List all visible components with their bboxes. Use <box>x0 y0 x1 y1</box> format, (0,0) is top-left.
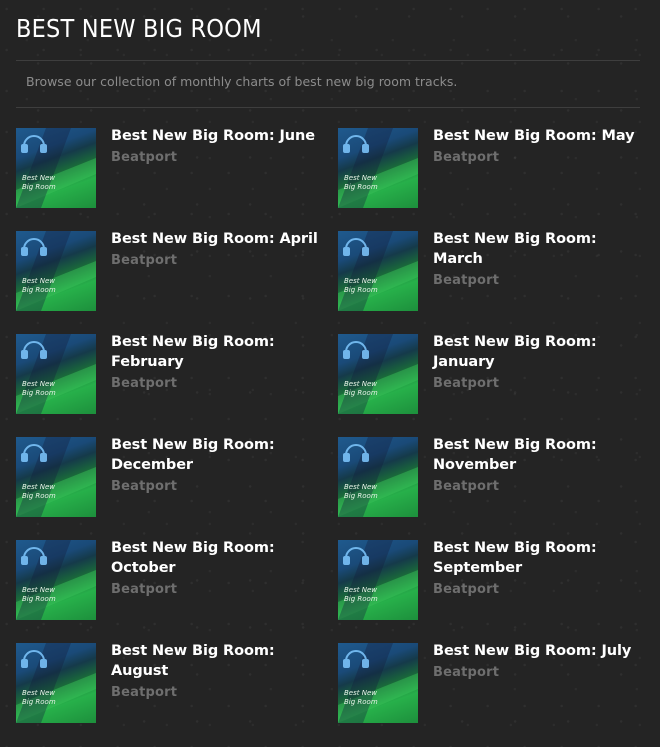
chart-item-april[interactable]: Best New Big Room Best New Big Room: Apr… <box>16 231 321 311</box>
chart-artwork[interactable]: Best New Big Room <box>338 231 418 311</box>
artwork-graphic <box>16 540 96 620</box>
chart-artwork[interactable]: Best New Big Room <box>338 437 418 517</box>
chart-label-link[interactable]: Beatport <box>111 685 326 701</box>
artwork-text-line1: Best New <box>344 174 377 182</box>
artwork-graphic <box>338 643 418 723</box>
chart-title-link[interactable]: Best New Big Room: January Beatport <box>433 332 648 392</box>
artwork-graphic <box>16 643 96 723</box>
chart-label-link[interactable]: Beatport <box>433 150 648 166</box>
chart-artwork[interactable]: Best New Big Room <box>338 643 418 723</box>
chart-title: Best New Big Room: May <box>433 128 635 144</box>
chart-title-link[interactable]: Best New Big Room: December Beatport <box>111 435 326 495</box>
chart-title: Best New Big Room: December <box>111 437 275 473</box>
chart-title: Best New Big Room: August <box>111 643 275 679</box>
chart-title-link[interactable]: Best New Big Room: April Beatport <box>111 229 326 269</box>
chart-item-january[interactable]: Best New Big Room Best New Big Room: Jan… <box>338 334 643 414</box>
chart-item-may[interactable]: Best New Big Room Best New Big Room: May… <box>338 128 643 208</box>
chart-item-november[interactable]: Best New Big Room Best New Big Room: Nov… <box>338 437 643 517</box>
artwork-text-line1: Best New <box>344 380 377 388</box>
artwork-graphic <box>16 231 96 311</box>
artwork-graphic <box>16 334 96 414</box>
chart-label-link[interactable]: Beatport <box>433 479 648 495</box>
artwork-text-line2: Big Room <box>344 183 378 191</box>
chart-label-link[interactable]: Beatport <box>111 150 326 166</box>
chart-artwork[interactable]: Best New Big Room <box>16 643 96 723</box>
artwork-graphic <box>338 540 418 620</box>
artwork-text-line2: Big Room <box>344 595 378 603</box>
chart-item-february[interactable]: Best New Big Room Best New Big Room: Feb… <box>16 334 321 414</box>
chart-title-link[interactable]: Best New Big Room: May Beatport <box>433 126 648 166</box>
chart-label-link[interactable]: Beatport <box>433 273 648 289</box>
chart-item-december[interactable]: Best New Big Room Best New Big Room: Dec… <box>16 437 321 517</box>
artwork-text-line1: Best New <box>22 689 55 697</box>
artwork-text-line1: Best New <box>344 483 377 491</box>
artwork-text-line2: Big Room <box>22 595 56 603</box>
chart-item-october[interactable]: Best New Big Room Best New Big Room: Oct… <box>16 540 321 620</box>
chart-grid: Best New Big Room Best New Big Room: Jun… <box>0 0 660 747</box>
artwork-text-line2: Big Room <box>22 698 56 706</box>
chart-title-link[interactable]: Best New Big Room: November Beatport <box>433 435 648 495</box>
chart-title: Best New Big Room: March <box>433 231 597 267</box>
chart-title: Best New Big Room: February <box>111 334 275 370</box>
chart-artwork[interactable]: Best New Big Room <box>16 437 96 517</box>
chart-artwork[interactable]: Best New Big Room <box>16 231 96 311</box>
chart-artwork[interactable]: Best New Big Room <box>16 128 96 208</box>
chart-title: Best New Big Room: January <box>433 334 597 370</box>
artwork-text-line1: Best New <box>22 174 55 182</box>
chart-title: Best New Big Room: November <box>433 437 597 473</box>
chart-title-link[interactable]: Best New Big Room: March Beatport <box>433 229 648 289</box>
chart-title: Best New Big Room: June <box>111 128 315 144</box>
artwork-text-line2: Big Room <box>344 286 378 294</box>
chart-title-link[interactable]: Best New Big Room: October Beatport <box>111 538 326 598</box>
artwork-text-line1: Best New <box>22 483 55 491</box>
artwork-text-line1: Best New <box>22 277 55 285</box>
chart-label-link[interactable]: Beatport <box>111 253 326 269</box>
chart-title-link[interactable]: Best New Big Room: August Beatport <box>111 641 326 701</box>
chart-title: Best New Big Room: September <box>433 540 597 576</box>
chart-title: Best New Big Room: April <box>111 231 318 247</box>
chart-title-link[interactable]: Best New Big Room: June Beatport <box>111 126 326 166</box>
chart-item-june[interactable]: Best New Big Room Best New Big Room: Jun… <box>16 128 321 208</box>
artwork-graphic <box>338 437 418 517</box>
artwork-text-line2: Big Room <box>344 492 378 500</box>
chart-label-link[interactable]: Beatport <box>111 582 326 598</box>
chart-title-link[interactable]: Best New Big Room: September Beatport <box>433 538 648 598</box>
artwork-graphic <box>338 334 418 414</box>
chart-artwork[interactable]: Best New Big Room <box>338 334 418 414</box>
chart-label-link[interactable]: Beatport <box>433 582 648 598</box>
chart-item-august[interactable]: Best New Big Room Best New Big Room: Aug… <box>16 643 321 723</box>
chart-label-link[interactable]: Beatport <box>433 376 648 392</box>
chart-item-march[interactable]: Best New Big Room Best New Big Room: Mar… <box>338 231 643 311</box>
artwork-text-line2: Big Room <box>22 286 56 294</box>
chart-title-link[interactable]: Best New Big Room: July Beatport <box>433 641 648 681</box>
artwork-text-line1: Best New <box>344 586 377 594</box>
artwork-text-line2: Big Room <box>22 183 56 191</box>
artwork-text-line1: Best New <box>22 380 55 388</box>
chart-title: Best New Big Room: October <box>111 540 275 576</box>
chart-title-link[interactable]: Best New Big Room: February Beatport <box>111 332 326 392</box>
artwork-text-line1: Best New <box>344 689 377 697</box>
artwork-text-line2: Big Room <box>22 492 56 500</box>
chart-title: Best New Big Room: July <box>433 643 632 659</box>
chart-artwork[interactable]: Best New Big Room <box>16 334 96 414</box>
artwork-text-line1: Best New <box>22 586 55 594</box>
artwork-graphic <box>338 128 418 208</box>
artwork-text-line1: Best New <box>344 277 377 285</box>
artwork-graphic <box>16 128 96 208</box>
chart-artwork[interactable]: Best New Big Room <box>16 540 96 620</box>
artwork-text-line2: Big Room <box>22 389 56 397</box>
artwork-text-line2: Big Room <box>344 698 378 706</box>
artwork-text-line2: Big Room <box>344 389 378 397</box>
chart-artwork[interactable]: Best New Big Room <box>338 540 418 620</box>
chart-artwork[interactable]: Best New Big Room <box>338 128 418 208</box>
artwork-graphic <box>338 231 418 311</box>
artwork-graphic <box>16 437 96 517</box>
chart-item-july[interactable]: Best New Big Room Best New Big Room: Jul… <box>338 643 643 723</box>
chart-label-link[interactable]: Beatport <box>111 479 326 495</box>
chart-item-september[interactable]: Best New Big Room Best New Big Room: Sep… <box>338 540 643 620</box>
chart-label-link[interactable]: Beatport <box>111 376 326 392</box>
chart-label-link[interactable]: Beatport <box>433 665 648 681</box>
